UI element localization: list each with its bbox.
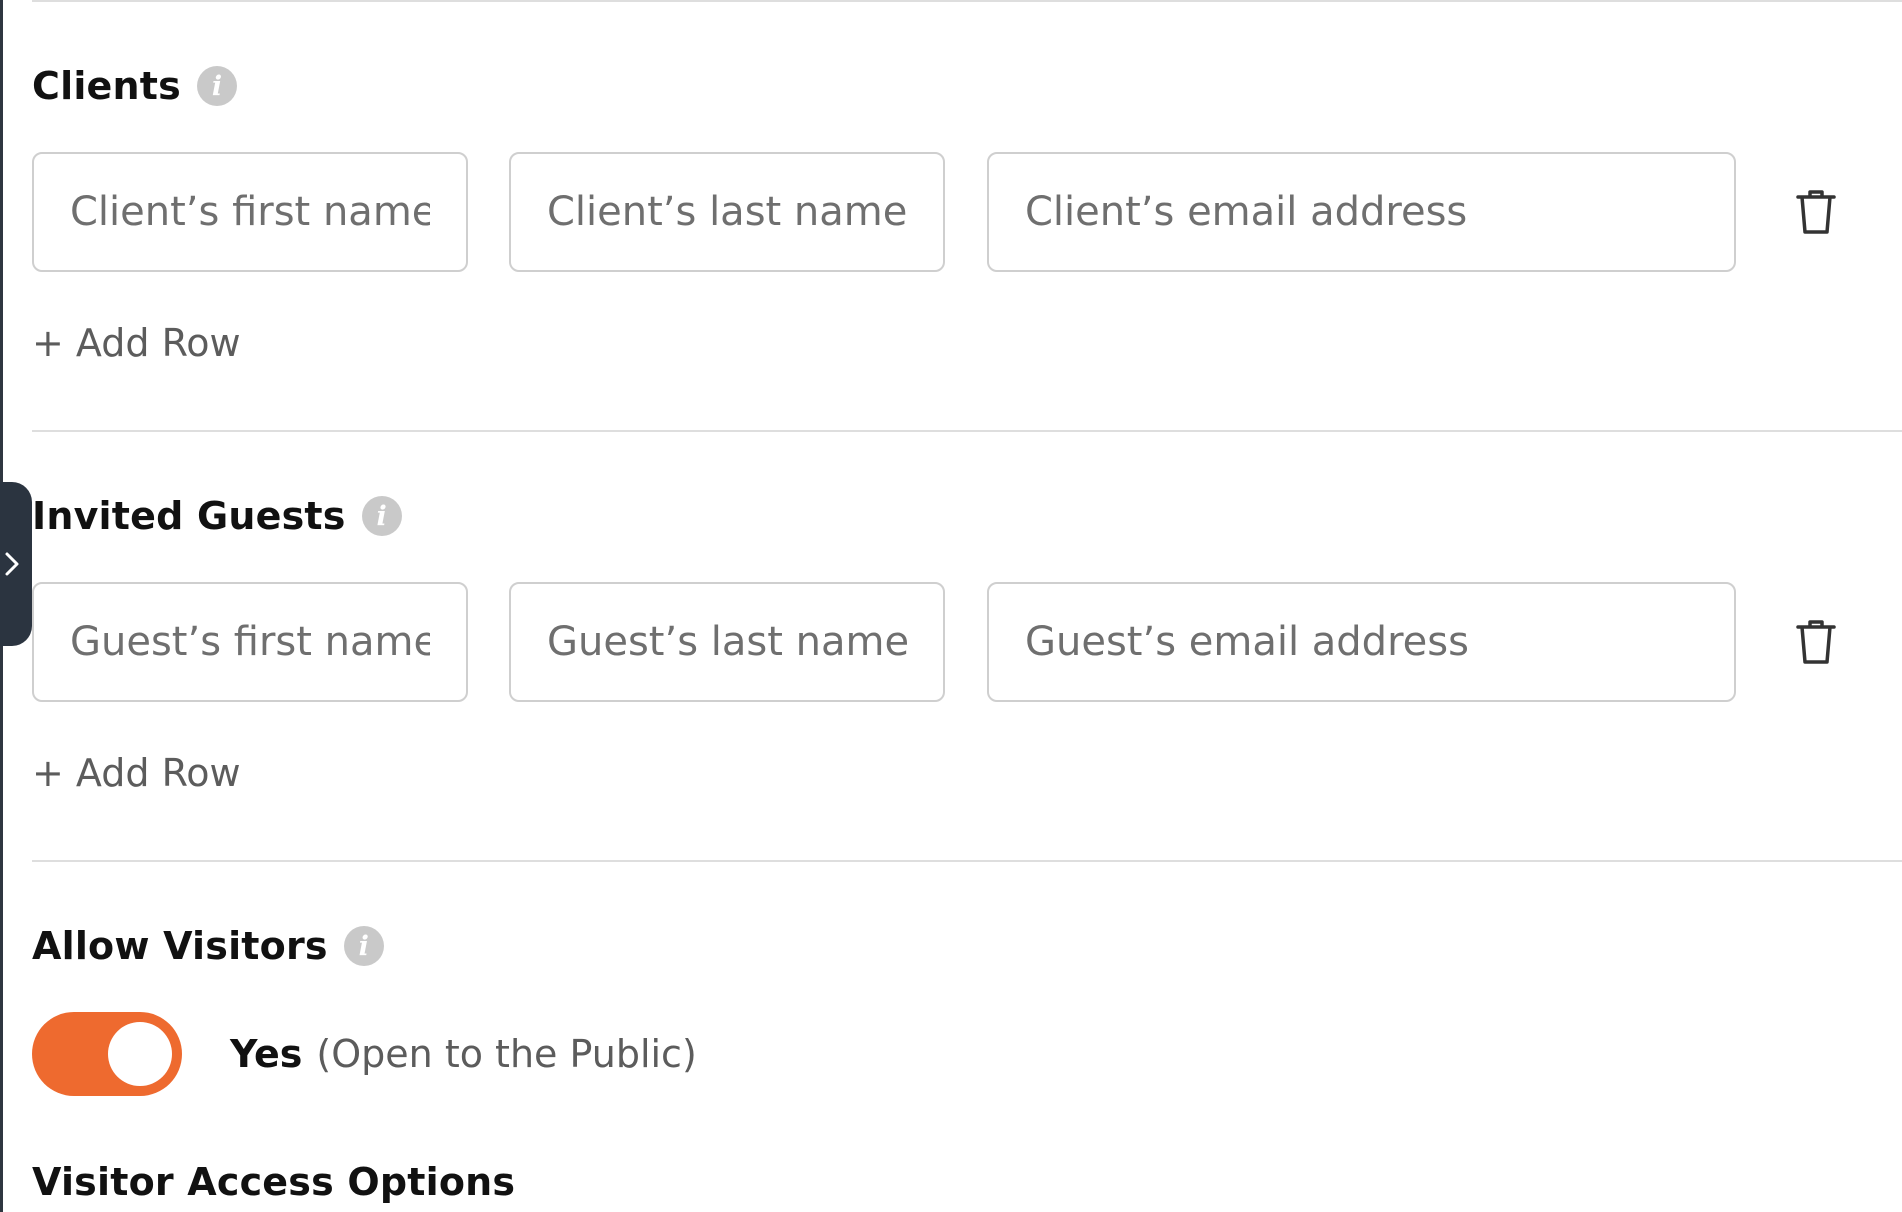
- guest-first-name-field[interactable]: [32, 582, 468, 702]
- client-email-input[interactable]: [989, 154, 1734, 270]
- info-icon[interactable]: i: [196, 66, 237, 106]
- clients-heading: Clients i: [32, 56, 1902, 116]
- allow-visitors-section: Allow Visitors i Yes (Open to the Public…: [32, 916, 1902, 1096]
- client-row: [32, 152, 1882, 276]
- client-last-name-input[interactable]: [511, 154, 943, 270]
- section-divider: [32, 860, 1902, 862]
- guest-row: [32, 582, 1882, 706]
- add-client-row-button[interactable]: + Add Row: [32, 318, 241, 368]
- visitor-access-section: Visitor Access Options: [32, 1152, 1902, 1212]
- client-email-field[interactable]: [987, 152, 1736, 272]
- guest-last-name-input[interactable]: [511, 584, 943, 700]
- section-divider: [32, 430, 1902, 432]
- visitor-access-heading: Visitor Access Options: [32, 1152, 1902, 1212]
- client-first-name-field[interactable]: [32, 152, 468, 272]
- guests-heading: Invited Guests i: [32, 486, 1902, 546]
- guest-email-input[interactable]: [989, 584, 1734, 700]
- guest-email-field[interactable]: [987, 582, 1736, 702]
- guest-first-name-input[interactable]: [34, 584, 466, 700]
- allow-visitors-heading: Allow Visitors i: [32, 916, 1902, 976]
- event-settings-page: Clients i + Add Row: [0, 0, 1902, 1212]
- client-first-name-input[interactable]: [34, 154, 466, 270]
- sidebar-expand-button[interactable]: [0, 482, 32, 646]
- clients-section: Clients i + Add Row: [32, 56, 1902, 365]
- info-icon[interactable]: i: [343, 926, 384, 966]
- toggle-description: (Open to the Public): [316, 1032, 697, 1076]
- guest-last-name-field[interactable]: [509, 582, 945, 702]
- section-title: Visitor Access Options: [32, 1160, 516, 1204]
- guests-section: Invited Guests i + Add Row: [32, 486, 1902, 795]
- allow-visitors-status: Yes (Open to the Public): [230, 1012, 697, 1096]
- info-icon[interactable]: i: [361, 496, 402, 536]
- toggle-knob: [108, 1022, 172, 1086]
- section-title: Clients: [32, 64, 181, 108]
- toggle-value-label: Yes: [230, 1032, 303, 1076]
- section-divider: [32, 0, 1902, 2]
- section-title: Allow Visitors: [32, 924, 328, 968]
- delete-client-row-button[interactable]: [1790, 186, 1842, 238]
- add-guest-row-button[interactable]: + Add Row: [32, 748, 241, 798]
- trash-icon: [1796, 620, 1836, 664]
- delete-guest-row-button[interactable]: [1790, 616, 1842, 668]
- allow-visitors-toggle[interactable]: [32, 1012, 182, 1096]
- chevron-right-icon: [5, 552, 19, 576]
- trash-icon: [1796, 190, 1836, 234]
- client-last-name-field[interactable]: [509, 152, 945, 272]
- section-title: Invited Guests: [32, 494, 346, 538]
